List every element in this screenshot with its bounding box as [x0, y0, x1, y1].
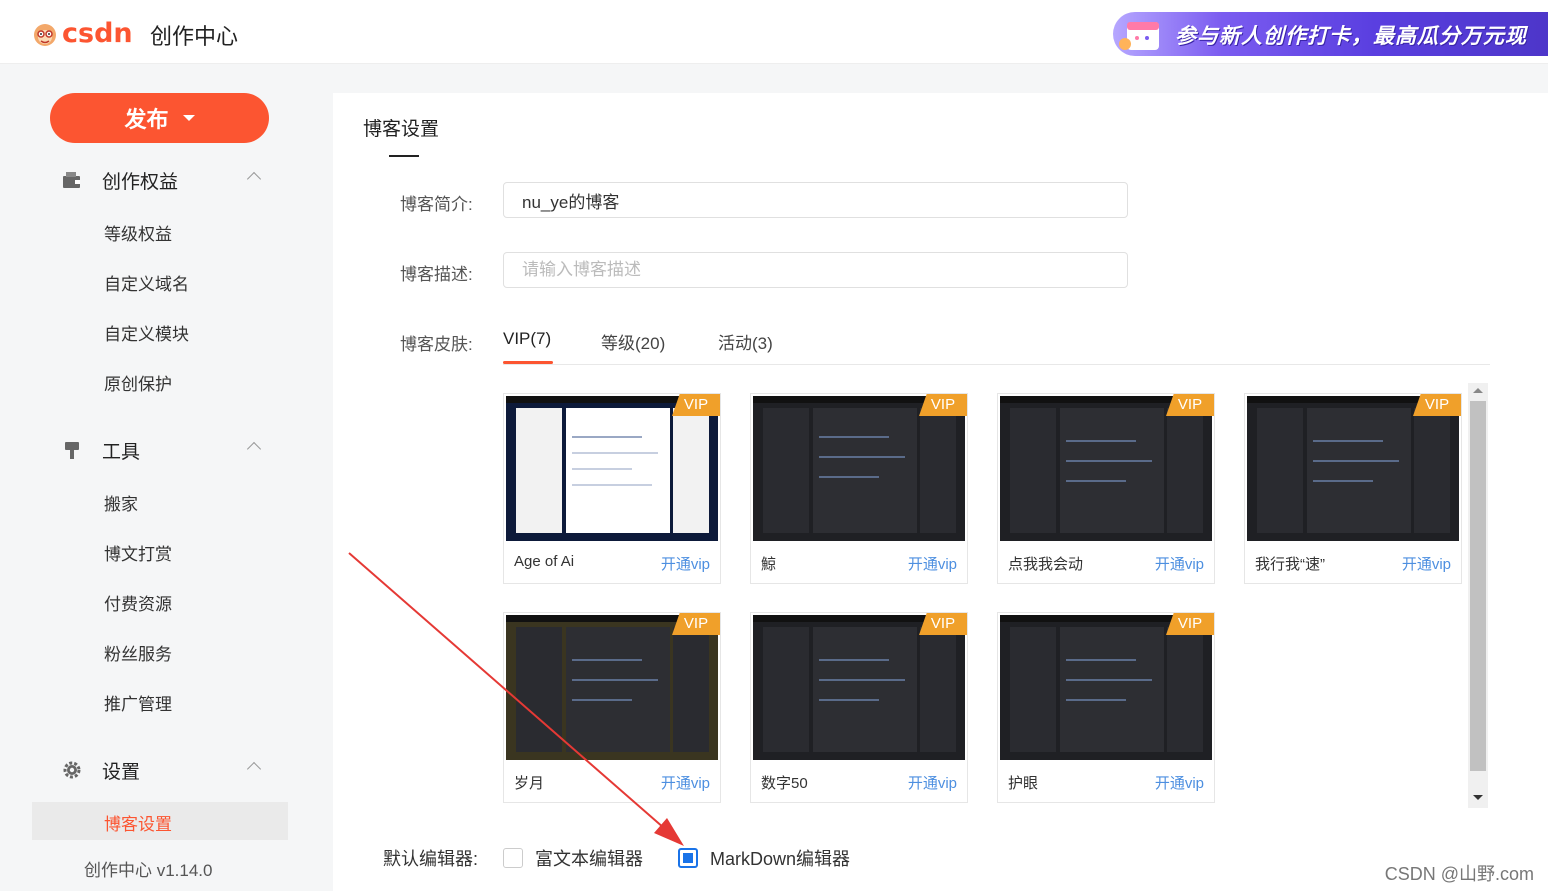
- skin-grid: VIP Age of Ai 开通vip VIP 鯨 开通vip VIP 点我我会…: [503, 393, 1468, 805]
- open-vip-link[interactable]: 开通vip: [908, 553, 957, 574]
- skin-thumbnail: [1000, 615, 1212, 760]
- open-vip-link[interactable]: 开通vip: [1402, 553, 1451, 574]
- skin-name: 鯨: [761, 556, 777, 573]
- sidebar: 发布 创作权益 等级权益 自定义域名 自定义模块 原创保护 工具 搬家 博文打赏: [0, 64, 320, 891]
- scroll-up-icon[interactable]: [1473, 388, 1483, 393]
- logo-text: csdn: [62, 18, 133, 49]
- skin-name: Age of Ai: [514, 553, 575, 570]
- sidebar-group-tools: 工具: [0, 434, 320, 464]
- sidebar-item-promotion[interactable]: 推广管理: [104, 690, 172, 715]
- intro-label: 博客简介:: [400, 195, 473, 214]
- active-tab-indicator: [503, 361, 553, 364]
- skin-card[interactable]: VIP 我行我“速” 开通vip: [1244, 393, 1462, 584]
- publish-label: 发布: [124, 107, 169, 132]
- banner-text: 参与新人创作打卡，最高瓜分万元现: [1175, 25, 1527, 48]
- skin-card[interactable]: VIP 鯨 开通vip: [750, 393, 968, 584]
- skin-tabs: VIP(7) 等级(20) 活动(3): [503, 329, 1490, 365]
- sidebar-group-label: 设置: [102, 762, 141, 783]
- sidebar-item-original-protection[interactable]: 原创保护: [104, 370, 172, 395]
- settings-panel: 博客设置 博客简介: 博客描述: 博客皮肤: VIP(7) 等级(20) 活动(…: [333, 93, 1548, 891]
- scroll-down-icon[interactable]: [1473, 795, 1483, 800]
- desc-label: 博客描述:: [400, 265, 473, 284]
- caret-down-icon: [182, 115, 195, 121]
- chevron-up-icon: [246, 171, 262, 187]
- page-title: 博客设置: [363, 119, 440, 140]
- sidebar-group-settings: 设置: [0, 754, 320, 784]
- scrollbar-thumb[interactable]: [1470, 401, 1486, 771]
- richtext-option-label[interactable]: 富文本编辑器: [535, 845, 643, 871]
- richtext-checkbox[interactable]: [503, 848, 523, 868]
- vip-badge: VIP: [1166, 394, 1214, 416]
- sidebar-item-custom-module[interactable]: 自定义模块: [104, 320, 189, 345]
- chevron-up-icon: [246, 441, 262, 457]
- markdown-option-label[interactable]: MarkDown编辑器: [710, 845, 850, 871]
- skin-name: 护眼: [1008, 775, 1039, 792]
- sidebar-item-paid-resources[interactable]: 付费资源: [104, 590, 172, 615]
- skin-label: 博客皮肤:: [400, 335, 473, 354]
- sidebar-item-label: 博客设置: [104, 815, 172, 834]
- sidebar-group-label: 工具: [102, 442, 141, 463]
- sidebar-item-fan-service[interactable]: 粉丝服务: [104, 640, 172, 665]
- sidebar-item-level-rights[interactable]: 等级权益: [104, 220, 172, 245]
- sidebar-group-header[interactable]: 设置: [0, 754, 320, 784]
- skin-name: 我行我“速”: [1255, 556, 1325, 573]
- header-title: 创作中心: [150, 24, 239, 49]
- tool-icon: [65, 442, 79, 459]
- calendar-gift-icon: [1119, 22, 1159, 50]
- skin-scrollbar[interactable]: [1468, 383, 1488, 808]
- version-text: 创作中心 v1.14.0: [84, 861, 213, 880]
- open-vip-link[interactable]: 开通vip: [1155, 772, 1204, 793]
- tab-vip[interactable]: VIP(7): [503, 329, 551, 349]
- tab-activity[interactable]: 活动(3): [718, 329, 773, 354]
- sidebar-item-move[interactable]: 搬家: [104, 490, 138, 515]
- skin-thumbnail: [753, 396, 965, 541]
- skin-thumbnail: [753, 615, 965, 760]
- open-vip-link[interactable]: 开通vip: [908, 772, 957, 793]
- sidebar-group-label: 创作权益: [102, 172, 179, 193]
- skin-thumbnail: [506, 396, 718, 541]
- skin-card[interactable]: VIP 点我我会动 开通vip: [997, 393, 1215, 584]
- skin-card[interactable]: VIP 数字50 开通vip: [750, 612, 968, 803]
- skin-card[interactable]: VIP Age of Ai 开通vip: [503, 393, 721, 584]
- watermark: CSDN @山野.com: [1384, 864, 1534, 884]
- blog-desc-input[interactable]: [503, 252, 1128, 288]
- promo-banner[interactable]: 参与新人创作打卡，最高瓜分万元现: [1113, 12, 1548, 56]
- skin-name: 岁月: [514, 775, 545, 792]
- vip-badge: VIP: [672, 613, 720, 635]
- chevron-up-icon: [246, 761, 262, 777]
- gear-icon: [63, 761, 81, 779]
- wallet-icon: [63, 172, 80, 188]
- vip-badge: VIP: [1166, 613, 1214, 635]
- editor-label: 默认编辑器:: [383, 849, 479, 869]
- title-underline: [389, 155, 419, 157]
- sidebar-item-blog-settings[interactable]: 博客设置: [32, 802, 288, 840]
- skin-card[interactable]: VIP 护眼 开通vip: [997, 612, 1215, 803]
- tab-level[interactable]: 等级(20): [601, 329, 665, 354]
- open-vip-link[interactable]: 开通vip: [1155, 553, 1204, 574]
- sidebar-group-rights: 创作权益: [0, 164, 320, 194]
- vip-badge: VIP: [1413, 394, 1461, 416]
- skin-thumbnail: [1000, 396, 1212, 541]
- open-vip-link[interactable]: 开通vip: [661, 553, 710, 574]
- publish-button[interactable]: 发布: [50, 93, 269, 143]
- sidebar-group-header[interactable]: 创作权益: [0, 164, 320, 194]
- blog-intro-input[interactable]: [503, 182, 1128, 218]
- csdn-logo[interactable]: csdn: [30, 18, 133, 49]
- top-header: csdn 创作中心 参与新人创作打卡，最高瓜分万元现: [0, 0, 1548, 64]
- skin-name: 点我我会动: [1008, 556, 1084, 573]
- skin-name: 数字50: [761, 775, 808, 792]
- skin-card[interactable]: VIP 岁月 开通vip: [503, 612, 721, 803]
- sidebar-item-reward[interactable]: 博文打赏: [104, 540, 172, 565]
- open-vip-link[interactable]: 开通vip: [661, 772, 710, 793]
- skin-thumbnail: [1247, 396, 1459, 541]
- vip-badge: VIP: [919, 613, 967, 635]
- skin-thumbnail: [506, 615, 718, 760]
- markdown-checkbox[interactable]: [678, 848, 698, 868]
- vip-badge: VIP: [919, 394, 967, 416]
- sidebar-item-custom-domain[interactable]: 自定义域名: [104, 270, 189, 295]
- monkey-logo-icon: [34, 23, 56, 46]
- default-editor-row: 默认编辑器: 富文本编辑器 MarkDown编辑器: [383, 845, 983, 873]
- vip-badge: VIP: [672, 394, 720, 416]
- sidebar-group-header[interactable]: 工具: [0, 434, 320, 464]
